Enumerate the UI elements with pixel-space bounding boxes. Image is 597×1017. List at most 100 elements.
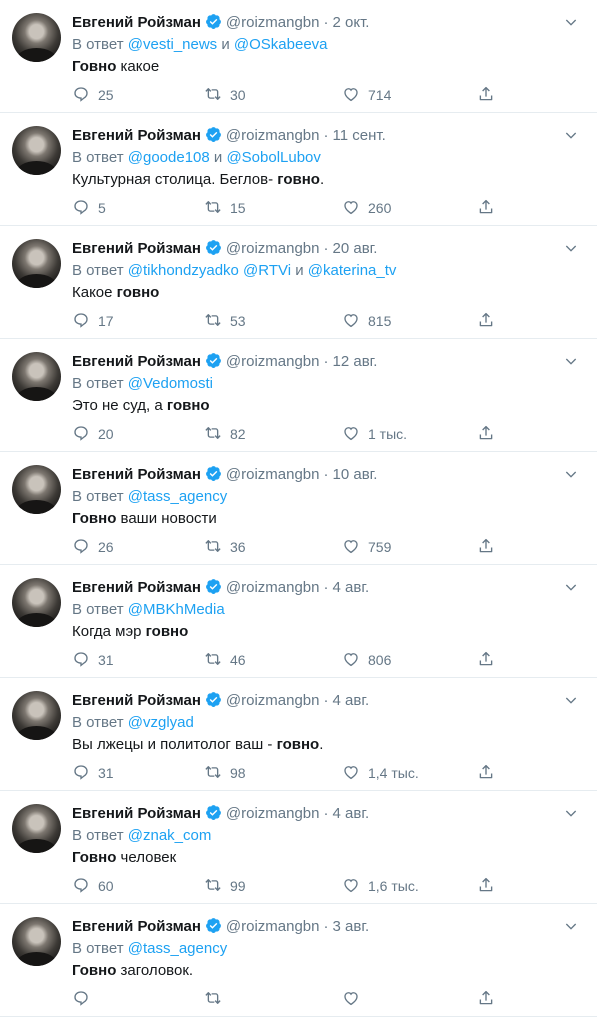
author-name[interactable]: Евгений Ройзман bbox=[72, 692, 201, 709]
avatar[interactable] bbox=[12, 465, 61, 514]
tweet[interactable]: Евгений Ройзман @roizmangbn · 4 авг. В ответ… bbox=[0, 565, 597, 678]
tweet[interactable]: Евгений Ройзман @roizmangbn · 4 авг. В ответ… bbox=[0, 678, 597, 791]
share-button[interactable] bbox=[477, 198, 503, 218]
tweet-date[interactable]: 2 окт. bbox=[333, 14, 370, 31]
mention-link[interactable]: @OSkabeeva bbox=[234, 36, 328, 53]
reply-button[interactable]: 31 bbox=[72, 650, 114, 670]
reply-button[interactable]: 26 bbox=[72, 537, 114, 557]
tweet[interactable]: Евгений Ройзман @roizmangbn · 4 авг. В ответ… bbox=[0, 791, 597, 904]
tweet[interactable]: Евгений Ройзман @roizmangbn · 12 авг. В отве… bbox=[0, 339, 597, 452]
author-name[interactable]: Евгений Ройзман bbox=[72, 353, 201, 370]
mention-link[interactable]: @vzglyad bbox=[128, 714, 194, 731]
retweet-button[interactable]: 46 bbox=[204, 650, 246, 670]
avatar[interactable] bbox=[12, 13, 61, 62]
retweet-button[interactable]: 36 bbox=[204, 537, 246, 557]
share-button[interactable] bbox=[477, 85, 503, 105]
like-button[interactable]: 714 bbox=[342, 85, 391, 105]
like-button[interactable]: 1,6 тыс. bbox=[342, 876, 419, 896]
reply-button[interactable]: 17 bbox=[72, 311, 114, 331]
author-handle[interactable]: @roizmangbn bbox=[226, 240, 320, 257]
chevron-down-icon[interactable] bbox=[563, 579, 579, 595]
like-button[interactable]: 815 bbox=[342, 311, 391, 331]
tweet[interactable]: Евгений Ройзман @roizmangbn · 2 окт. В ответ… bbox=[0, 0, 597, 113]
mention-link[interactable]: @tikhondzyadko bbox=[128, 262, 239, 279]
chevron-down-icon[interactable] bbox=[563, 805, 579, 821]
reply-button[interactable]: 5 bbox=[72, 198, 106, 218]
reply-button[interactable]: 25 bbox=[72, 85, 114, 105]
avatar[interactable] bbox=[12, 578, 61, 627]
share-button[interactable] bbox=[477, 650, 503, 670]
author-handle[interactable]: @roizmangbn bbox=[226, 579, 320, 596]
share-button[interactable] bbox=[477, 876, 503, 896]
author-name[interactable]: Евгений Ройзман bbox=[72, 240, 201, 257]
like-button[interactable] bbox=[342, 989, 368, 1009]
retweet-button[interactable] bbox=[204, 989, 230, 1009]
author-handle[interactable]: @roizmangbn bbox=[226, 14, 320, 31]
share-button[interactable] bbox=[477, 537, 503, 557]
mention-link[interactable]: @znak_com bbox=[128, 827, 212, 844]
share-button[interactable] bbox=[477, 311, 503, 331]
mention-link[interactable]: @MBKhMedia bbox=[128, 601, 225, 618]
tweet-date[interactable]: 12 авг. bbox=[333, 353, 378, 370]
tweet-date[interactable]: 20 авг. bbox=[333, 240, 378, 257]
like-button[interactable]: 1,4 тыс. bbox=[342, 763, 419, 783]
mention-link[interactable]: @RTVi bbox=[243, 262, 291, 279]
share-button[interactable] bbox=[477, 763, 503, 783]
author-handle[interactable]: @roizmangbn bbox=[226, 353, 320, 370]
author-name[interactable]: Евгений Ройзман bbox=[72, 127, 201, 144]
author-handle[interactable]: @roizmangbn bbox=[226, 918, 320, 935]
author-name[interactable]: Евгений Ройзман bbox=[72, 918, 201, 935]
author-name[interactable]: Евгений Ройзман bbox=[72, 579, 201, 596]
avatar[interactable] bbox=[12, 239, 61, 288]
author-name[interactable]: Евгений Ройзман bbox=[72, 466, 201, 483]
tweet[interactable]: Евгений Ройзман @roizmangbn · 3 авг. В ответ… bbox=[0, 904, 597, 1017]
chevron-down-icon[interactable] bbox=[563, 466, 579, 482]
like-button[interactable]: 1 тыс. bbox=[342, 424, 407, 444]
chevron-down-icon[interactable] bbox=[563, 240, 579, 256]
retweet-button[interactable]: 99 bbox=[204, 876, 246, 896]
mention-link[interactable]: @tass_agency bbox=[128, 488, 227, 505]
like-button[interactable]: 759 bbox=[342, 537, 391, 557]
chevron-down-icon[interactable] bbox=[563, 14, 579, 30]
reply-button[interactable]: 60 bbox=[72, 876, 114, 896]
like-button[interactable]: 260 bbox=[342, 198, 391, 218]
tweet-date[interactable]: 11 сент. bbox=[333, 127, 386, 144]
tweet-date[interactable]: 4 авг. bbox=[333, 692, 370, 709]
chevron-down-icon[interactable] bbox=[563, 127, 579, 143]
tweet[interactable]: Евгений Ройзман @roizmangbn · 11 сент. В отв… bbox=[0, 113, 597, 226]
avatar[interactable] bbox=[12, 126, 61, 175]
mention-link[interactable]: @tass_agency bbox=[128, 940, 227, 957]
author-name[interactable]: Евгений Ройзман bbox=[72, 14, 201, 31]
mention-link[interactable]: @Vedomosti bbox=[128, 375, 213, 392]
tweet-date[interactable]: 4 авг. bbox=[333, 579, 370, 596]
mention-link[interactable]: @SobolLubov bbox=[226, 149, 320, 166]
mention-link[interactable]: @goode108 bbox=[128, 149, 210, 166]
author-name[interactable]: Евгений Ройзман bbox=[72, 805, 201, 822]
tweet-date[interactable]: 3 авг. bbox=[333, 918, 370, 935]
reply-button[interactable] bbox=[72, 989, 98, 1009]
retweet-button[interactable]: 30 bbox=[204, 85, 246, 105]
retweet-button[interactable]: 53 bbox=[204, 311, 246, 331]
mention-link[interactable]: @katerina_tv bbox=[308, 262, 397, 279]
like-button[interactable]: 806 bbox=[342, 650, 391, 670]
chevron-down-icon[interactable] bbox=[563, 918, 579, 934]
avatar[interactable] bbox=[12, 691, 61, 740]
avatar[interactable] bbox=[12, 917, 61, 966]
author-handle[interactable]: @roizmangbn bbox=[226, 805, 320, 822]
tweet-date[interactable]: 4 авг. bbox=[333, 805, 370, 822]
tweet[interactable]: Евгений Ройзман @roizmangbn · 20 авг. В отве… bbox=[0, 226, 597, 339]
tweet[interactable]: Евгений Ройзман @roizmangbn · 10 авг. В отве… bbox=[0, 452, 597, 565]
author-handle[interactable]: @roizmangbn bbox=[226, 127, 320, 144]
share-button[interactable] bbox=[477, 424, 503, 444]
reply-button[interactable]: 31 bbox=[72, 763, 114, 783]
mention-link[interactable]: @vesti_news bbox=[128, 36, 217, 53]
avatar[interactable] bbox=[12, 352, 61, 401]
avatar[interactable] bbox=[12, 804, 61, 853]
retweet-button[interactable]: 15 bbox=[204, 198, 246, 218]
tweet-date[interactable]: 10 авг. bbox=[333, 466, 378, 483]
share-button[interactable] bbox=[477, 989, 503, 1009]
author-handle[interactable]: @roizmangbn bbox=[226, 692, 320, 709]
chevron-down-icon[interactable] bbox=[563, 692, 579, 708]
chevron-down-icon[interactable] bbox=[563, 353, 579, 369]
author-handle[interactable]: @roizmangbn bbox=[226, 466, 320, 483]
